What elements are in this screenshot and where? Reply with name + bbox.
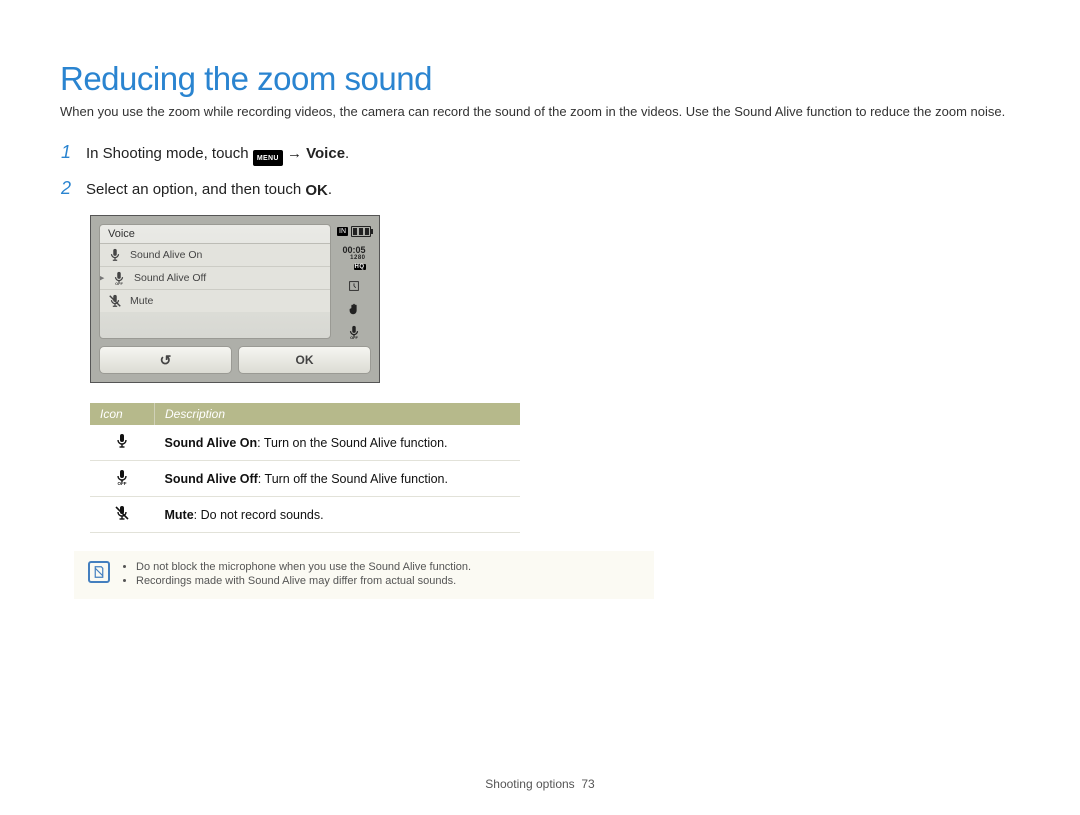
- option-name: Sound Alive On: [165, 436, 258, 450]
- voice-option-label: Mute: [130, 295, 153, 307]
- row-description: Mute: Do not record sounds.: [155, 497, 521, 533]
- row-description: Sound Alive On: Turn on the Sound Alive …: [155, 425, 521, 461]
- note-item: Do not block the microphone when you use…: [136, 561, 471, 573]
- storage-in-icon: IN: [337, 227, 348, 236]
- step-punct: .: [328, 181, 332, 198]
- mic-off-icon: [114, 469, 130, 485]
- row-description: Sound Alive Off: Turn off the Sound Aliv…: [155, 461, 521, 497]
- mic-mute-icon: [108, 294, 122, 308]
- battery-icon: [351, 226, 371, 237]
- table-head-description: Description: [155, 403, 521, 425]
- ok-button[interactable]: OK: [238, 346, 371, 374]
- note-list: Do not block the microphone when you use…: [122, 561, 471, 589]
- step-bold: Voice: [306, 145, 345, 162]
- option-name: Mute: [165, 508, 194, 522]
- voice-option-sound-alive-on[interactable]: Sound Alive On: [100, 244, 330, 267]
- note-callout: Do not block the microphone when you use…: [74, 551, 654, 599]
- voice-option-sound-alive-off[interactable]: Sound Alive Off: [100, 267, 330, 290]
- record-time: 00:05 1280 HQ: [342, 246, 365, 270]
- note-icon: [88, 561, 110, 583]
- voice-option-mute[interactable]: Mute: [100, 290, 330, 312]
- table-head-icon: Icon: [90, 403, 155, 425]
- icon-description-table: Icon Description Sound Alive On: Turn on…: [90, 403, 520, 533]
- voice-option-label: Sound Alive On: [130, 249, 202, 261]
- note-item: Recordings made with Sound Alive may dif…: [136, 575, 471, 587]
- hand-icon: [347, 302, 361, 316]
- table-row: Sound Alive Off: Turn off the Sound Aliv…: [90, 461, 520, 497]
- option-desc: : Turn on the Sound Alive function.: [257, 436, 447, 450]
- step-text: In Shooting mode, touch MENU → Voice.: [86, 145, 349, 167]
- status-column: IN 00:05 1280 HQ: [337, 224, 371, 339]
- intro-paragraph: When you use the zoom while recording vi…: [60, 102, 1020, 122]
- option-desc: : Do not record sounds.: [194, 508, 324, 522]
- step-text: Select an option, and then touch OK.: [86, 181, 332, 199]
- timer-icon: [347, 279, 361, 293]
- footer-section: Shooting options: [485, 777, 574, 791]
- footer-page-number: 73: [581, 777, 594, 791]
- steps-list: 1 In Shooting mode, touch MENU → Voice. …: [60, 142, 1020, 200]
- step-punct: .: [345, 145, 349, 162]
- option-name: Sound Alive Off: [165, 472, 258, 486]
- step-number: 1: [60, 142, 72, 163]
- step-text-pre: Select an option, and then touch: [86, 181, 305, 198]
- mic-off-icon: [112, 271, 126, 285]
- step-text-pre: In Shooting mode, touch: [86, 145, 253, 162]
- resolution-badge: HQ: [355, 264, 365, 270]
- voice-menu-panel: Voice Sound Alive On Sound Alive Off Mut…: [99, 224, 331, 339]
- resolution-top: 1280: [350, 255, 365, 261]
- mic-mute-icon: [114, 505, 130, 521]
- table-row: Sound Alive On: Turn on the Sound Alive …: [90, 425, 520, 461]
- mic-icon: [114, 433, 130, 449]
- table-row: Mute: Do not record sounds.: [90, 497, 520, 533]
- option-desc: : Turn off the Sound Alive function.: [258, 472, 448, 486]
- page-title: Reducing the zoom sound: [60, 60, 1020, 98]
- voice-option-label: Sound Alive Off: [134, 272, 206, 284]
- camera-screen: Voice Sound Alive On Sound Alive Off Mut…: [90, 215, 380, 383]
- menu-icon: MENU: [253, 150, 283, 166]
- page-footer: Shooting options 73: [0, 777, 1080, 791]
- voice-menu-header: Voice: [100, 225, 330, 244]
- time-value: 00:05: [342, 245, 365, 255]
- step-2: 2 Select an option, and then touch OK.: [60, 178, 1020, 199]
- step-number: 2: [60, 178, 72, 199]
- ok-icon: OK: [305, 182, 328, 199]
- mic-icon: [108, 248, 122, 262]
- mic-off-status-icon: [347, 325, 361, 339]
- back-button[interactable]: ↺: [99, 346, 232, 374]
- step-1: 1 In Shooting mode, touch MENU → Voice.: [60, 142, 1020, 167]
- arrow-glyph: →: [287, 145, 306, 162]
